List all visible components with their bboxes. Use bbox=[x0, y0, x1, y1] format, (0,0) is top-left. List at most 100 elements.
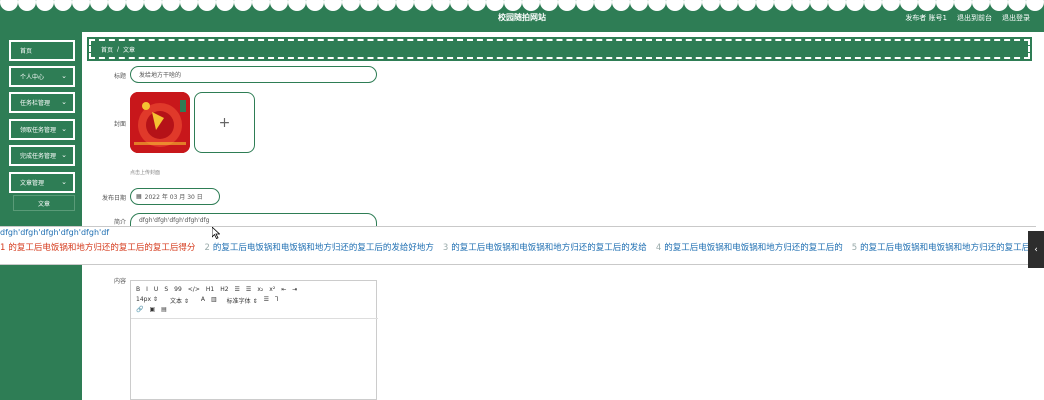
align-icon[interactable]: ☰ bbox=[264, 296, 269, 305]
scallop bbox=[234, 0, 252, 11]
strike-button[interactable]: S bbox=[164, 286, 168, 293]
indent-button[interactable]: ⇥ bbox=[292, 286, 297, 293]
mouse-cursor-icon bbox=[212, 227, 220, 239]
sidebar-item-claimed-tasks[interactable]: 领取任务管理 ⌄ bbox=[9, 119, 75, 140]
ime-candidate-text: 的复工后电饭锅和电饭锅和地方归还的复工后的 bbox=[664, 243, 843, 253]
calendar-icon: ▦ bbox=[136, 193, 142, 200]
font-family-select[interactable]: 标准字体 ⇕ bbox=[227, 296, 258, 305]
ordered-list-button[interactable]: ☰ bbox=[235, 286, 240, 293]
breadcrumb-current: 文章 bbox=[123, 46, 136, 54]
breadcrumb: 首页 / 文章 bbox=[87, 37, 1032, 61]
scallop bbox=[594, 0, 612, 11]
collapse-handle-button[interactable]: ‹ bbox=[1028, 231, 1044, 268]
chevron-down-icon: ⌄ bbox=[61, 72, 67, 80]
scallop bbox=[414, 0, 432, 11]
image-icon[interactable]: ▣ bbox=[149, 306, 155, 313]
scallop bbox=[774, 0, 792, 11]
scallop bbox=[504, 0, 522, 11]
date-label: 发布日期 bbox=[101, 195, 126, 202]
ime-candidate[interactable]: 4 的复工后电饭锅和电饭锅和地方归还的复工后的 bbox=[656, 241, 843, 253]
scallop bbox=[630, 0, 648, 11]
cover-label: 封面 bbox=[113, 121, 126, 128]
subscript-button[interactable]: x₂ bbox=[257, 286, 263, 293]
date-input[interactable]: ▦ 2022 年 03 月 30 日 bbox=[130, 188, 220, 205]
scallop bbox=[990, 0, 1008, 11]
italic-button[interactable]: I bbox=[146, 286, 148, 293]
title-input[interactable]: 发给地方干啥的 bbox=[130, 66, 377, 83]
font-size-select[interactable]: 14px ⇕ bbox=[136, 296, 158, 305]
h1-button[interactable]: H1 bbox=[206, 286, 214, 293]
toolbar-divider bbox=[131, 318, 378, 319]
underline-button[interactable]: U bbox=[154, 286, 158, 293]
scallop bbox=[108, 0, 126, 11]
bullet-list-button[interactable]: ☰ bbox=[246, 286, 251, 293]
ime-candidate[interactable]: 3 的复工后电饭锅和电饭锅和地方归还的复工后的发给 bbox=[443, 241, 647, 253]
editor-toolbar-row: 14px ⇕ 文本 ⇕ A ▥ 标准字体 ⇕ ☰ Ꞁ bbox=[136, 296, 278, 305]
sidebar-item-home[interactable]: 首页 bbox=[9, 40, 75, 61]
sidebar-subitem-article[interactable]: 文章 bbox=[13, 195, 75, 211]
scallop bbox=[792, 0, 810, 11]
breadcrumb-separator: / bbox=[117, 45, 120, 53]
h2-button[interactable]: H2 bbox=[220, 286, 228, 293]
sidebar-item-task-bar[interactable]: 任务栏管理 ⌄ bbox=[9, 92, 75, 113]
scallop bbox=[0, 0, 18, 11]
scallop bbox=[144, 0, 162, 11]
scallop bbox=[720, 0, 738, 11]
scallop bbox=[270, 0, 288, 11]
ime-candidate[interactable]: 2 的复工后电饭锅和电饭锅和地方归还的复工后的发给好地方 bbox=[204, 241, 433, 253]
sidebar-item-label: 文章管理 bbox=[20, 180, 45, 187]
scallop bbox=[396, 0, 414, 11]
background-color-icon[interactable]: ▥ bbox=[211, 296, 217, 305]
logout-link[interactable]: 退出登录 bbox=[1002, 13, 1030, 23]
sidebar-item-article-management[interactable]: 文章管理 ⌄ bbox=[9, 172, 75, 193]
upload-cover-button[interactable]: + bbox=[194, 92, 255, 153]
scallop bbox=[864, 0, 882, 11]
scallop bbox=[54, 0, 72, 11]
font-color-button[interactable]: A bbox=[201, 296, 205, 305]
ime-candidate-number: 5 bbox=[851, 243, 858, 253]
intro-label: 简介 bbox=[113, 219, 126, 226]
cover-image[interactable] bbox=[130, 92, 190, 153]
code-button[interactable]: </> bbox=[188, 286, 200, 293]
sidebar: 首页 个人中心 ⌄ 任务栏管理 ⌄ 领取任务管理 ⌄ 完成任务管理 ⌄ 文章管理 ⌄ 文章 bbox=[0, 32, 82, 400]
ime-candidate[interactable]: 5 的复工后电饭锅和电饭锅和地方归还的复工后的 bbox=[852, 241, 1039, 253]
top-bar: 校园随拍网站 发布者 账号1 退出到前台 退出登录 bbox=[0, 0, 1044, 32]
scallop bbox=[1008, 0, 1026, 11]
paragraph-select[interactable]: 文本 ⇕ bbox=[170, 296, 189, 305]
scallop bbox=[702, 0, 720, 11]
scallop bbox=[900, 0, 918, 11]
scallop bbox=[432, 0, 450, 11]
quote-button[interactable]: 99 bbox=[174, 286, 182, 293]
scallop bbox=[252, 0, 270, 11]
scallop bbox=[288, 0, 306, 11]
video-icon[interactable]: ▤ bbox=[161, 306, 167, 313]
scallop bbox=[684, 0, 702, 11]
outdent-button[interactable]: ⇤ bbox=[281, 286, 286, 293]
ime-candidate[interactable]: 1 的复工后电饭锅和地方归还的复工后的复工后得分 bbox=[0, 241, 195, 253]
rich-text-editor[interactable]: B I U S 99 </> H1 H2 ☰ ☰ x₂ x² ⇤ ⇥ 14px … bbox=[130, 280, 378, 400]
breadcrumb-home[interactable]: 首页 bbox=[101, 45, 113, 54]
chevron-down-icon: ⌄ bbox=[61, 151, 67, 159]
back-to-front-link[interactable]: 退出到前台 bbox=[957, 13, 992, 23]
superscript-button[interactable]: x² bbox=[269, 286, 275, 293]
editor-toolbar-row: 🔗 ▣ ▤ bbox=[136, 306, 167, 313]
ime-candidate-text: 的复工后电饭锅和地方归还的复工后的复工后得分 bbox=[8, 243, 196, 253]
sidebar-item-personal-center[interactable]: 个人中心 ⌄ bbox=[9, 66, 75, 87]
clear-format-icon[interactable]: Ꞁ bbox=[275, 296, 278, 305]
sidebar-item-completed-tasks[interactable]: 完成任务管理 ⌄ bbox=[9, 145, 75, 166]
sidebar-item-label: 个人中心 bbox=[20, 74, 45, 81]
link-icon[interactable]: 🔗 bbox=[136, 306, 143, 313]
cover-thumbnail-image bbox=[130, 92, 190, 153]
plus-icon: + bbox=[218, 114, 231, 131]
scallop bbox=[18, 0, 36, 11]
publisher-label: 发布者 账号1 bbox=[905, 14, 947, 22]
scallop bbox=[486, 0, 504, 11]
scallop bbox=[126, 0, 144, 11]
scallop bbox=[666, 0, 684, 11]
ime-candidate-bar: dfgh'dfgh'dfgh'dfgh'dfgh'df 1 的复工后电饭锅和地方归… bbox=[0, 226, 1039, 265]
bold-button[interactable]: B bbox=[136, 286, 140, 293]
scallop bbox=[972, 0, 990, 11]
scallop bbox=[756, 0, 774, 11]
scallop bbox=[1026, 0, 1044, 11]
ime-candidate-text: 的复工后电饭锅和电饭锅和地方归还的复工后的发给 bbox=[451, 243, 647, 253]
